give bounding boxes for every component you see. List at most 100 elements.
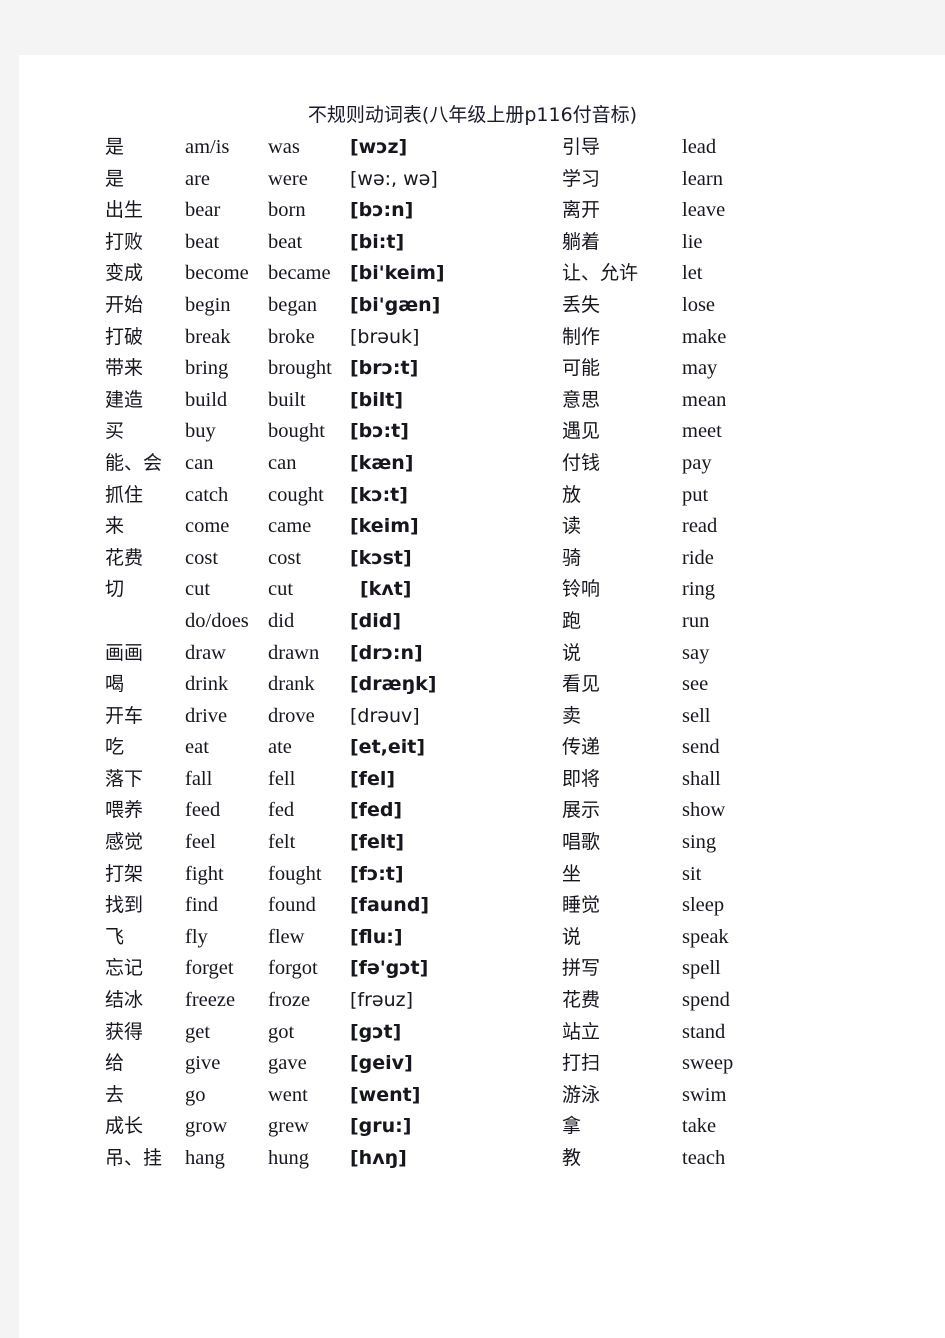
verb-meaning-cn: 卖: [562, 704, 582, 727]
verb-base-form: ride: [682, 546, 714, 569]
verb-base-form: pay: [682, 451, 712, 474]
table-row: 落下 fall fell [fel] 即将 shall: [19, 764, 945, 796]
table-row: 是 am/is was [wɔz] 引导 lead: [19, 132, 945, 164]
verb-past-form: got: [268, 1020, 295, 1043]
table-row: 打破 break broke [brəuk] 制作 make: [19, 322, 945, 354]
verb-phonetic: [fə'gɔt]: [350, 957, 429, 980]
verb-phonetic: [geiv]: [350, 1052, 413, 1075]
verb-past-form: grew: [268, 1115, 309, 1138]
verb-base-form: find: [185, 894, 219, 917]
verb-base-form: learn: [682, 167, 723, 190]
verb-meaning-cn: 唱歌: [562, 831, 601, 854]
table-row: 开始 begin began [bi'gæn] 丢失 lose: [19, 290, 945, 322]
page-title: 不规则动词表(八年级上册p116付音标): [307, 104, 638, 126]
table-row: 买 buy bought [bɔ:t] 遇见 meet: [19, 416, 945, 448]
verb-base-form: fly: [185, 925, 208, 948]
table-row: 吃 eat ate [et,eit] 传递 send: [19, 732, 945, 764]
verb-base-form: give: [185, 1052, 221, 1075]
verb-meaning-cn: 切: [105, 578, 125, 601]
verb-base-form: sing: [682, 831, 717, 854]
verb-meaning-cn: 付钱: [562, 451, 601, 474]
verb-phonetic: [drɔ:n]: [350, 641, 423, 664]
verb-meaning-cn: 买: [105, 420, 125, 443]
verb-past-form: came: [268, 515, 312, 538]
verb-phonetic: [drəuv]: [350, 704, 420, 727]
verb-base-form: say: [682, 641, 710, 664]
verb-base-form: catch: [185, 483, 229, 506]
verb-meaning-cn: 忘记: [105, 957, 144, 980]
verb-past-form: cost: [268, 546, 302, 569]
verb-phonetic: [fel]: [350, 767, 396, 790]
verb-meaning-cn: 建造: [105, 388, 144, 411]
verb-base-form: drive: [185, 704, 228, 727]
verb-phonetic: [frəuz]: [350, 989, 414, 1012]
verb-phonetic: [et,eit]: [350, 736, 426, 759]
verb-meaning-cn: 能、会: [105, 451, 163, 474]
verb-meaning-cn: 睡觉: [562, 894, 601, 917]
verb-meaning-cn: 打败: [105, 230, 144, 253]
verb-base-form: see: [682, 673, 709, 696]
verb-base-form: cut: [185, 578, 211, 601]
verb-past-form: drank: [268, 673, 315, 696]
verb-base-form: bear: [185, 199, 221, 222]
verb-base-form: can: [185, 451, 214, 474]
verb-past-form: fought: [268, 862, 322, 885]
verb-meaning-cn: 开车: [105, 704, 144, 727]
verb-phonetic: [kɔ:t]: [350, 483, 408, 506]
verb-base-form: do/does: [185, 609, 249, 632]
table-row: 获得 get got [gɔt] 站立 stand: [19, 1017, 945, 1049]
table-row: 切 cut cut [kʌt] 铃响 ring: [19, 574, 945, 606]
verb-meaning-cn: 丢失: [562, 293, 601, 316]
verb-base-form: feel: [185, 831, 216, 854]
verb-meaning-cn: 教: [562, 1147, 582, 1169]
verb-past-form: fell: [268, 767, 296, 790]
verb-phonetic: [brəuk]: [350, 325, 420, 348]
verb-past-form: fed: [268, 799, 295, 822]
table-row: 给 give gave [geiv] 打扫 sweep: [19, 1048, 945, 1080]
verb-past-form: froze: [268, 989, 311, 1012]
verb-phonetic: [kʌt]: [360, 578, 412, 601]
verb-past-form: cought: [268, 483, 324, 506]
table-row: 是 are were [wə:, wə] 学习 learn: [19, 164, 945, 196]
verb-phonetic: [flu:]: [350, 925, 403, 948]
verb-meaning-cn: 学习: [562, 167, 601, 190]
verb-meaning-cn: 吊、挂: [105, 1147, 163, 1169]
verb-past-form: found: [268, 894, 316, 917]
table-row: 带来 bring brought [brɔ:t] 可能 may: [19, 353, 945, 385]
verb-meaning-cn: 躺着: [562, 230, 601, 253]
top-margin-band: [0, 0, 945, 55]
verb-past-form: broke: [268, 325, 315, 348]
verb-base-form: bring: [185, 357, 229, 380]
table-row: 打败 beat beat [bi:t] 躺着 lie: [19, 227, 945, 259]
verb-phonetic: [wɔz]: [350, 136, 408, 158]
verb-meaning-cn: 展示: [562, 799, 601, 822]
verb-base-form: sweep: [682, 1052, 734, 1075]
document-page: 不规则动词表(八年级上册p116付音标) 是 am/is was [wɔz] 引导 lea…: [19, 55, 945, 1338]
verb-meaning-cn: 出生: [105, 199, 144, 222]
verb-meaning-cn: 拿: [562, 1115, 582, 1138]
verb-meaning-cn: 感觉: [105, 831, 144, 854]
verb-past-form: hung: [268, 1147, 309, 1169]
verb-base-form: sell: [682, 704, 711, 727]
verb-phonetic: [bi'gæn]: [350, 293, 441, 316]
verb-phonetic: [gɔt]: [350, 1020, 402, 1043]
verb-meaning-cn: 说: [562, 925, 582, 948]
verb-past-form: built: [268, 388, 306, 411]
table-row: 变成 become became [bi'keim] 让、允许 let: [19, 258, 945, 290]
verb-meaning-cn: 花费: [562, 989, 601, 1012]
verb-base-form: freeze: [185, 989, 236, 1012]
verb-base-form: begin: [185, 293, 231, 316]
verb-base-form: grow: [185, 1115, 228, 1138]
verb-base-form: may: [682, 357, 718, 380]
verb-base-form: let: [682, 262, 703, 285]
verb-base-form: mean: [682, 388, 727, 411]
verb-meaning-cn: 可能: [562, 357, 601, 380]
verb-meaning-cn: 喝: [105, 673, 125, 696]
verb-past-form: went: [268, 1083, 308, 1106]
verb-meaning-cn: 成长: [105, 1115, 144, 1138]
verb-base-form: lose: [682, 293, 716, 316]
table-row: 打架 fight fought [fɔ:t] 坐 sit: [19, 859, 945, 891]
verb-phonetic: [dræŋk]: [350, 673, 437, 696]
verb-meaning-cn: 喂养: [105, 799, 144, 822]
verb-phonetic: [brɔ:t]: [350, 357, 419, 380]
